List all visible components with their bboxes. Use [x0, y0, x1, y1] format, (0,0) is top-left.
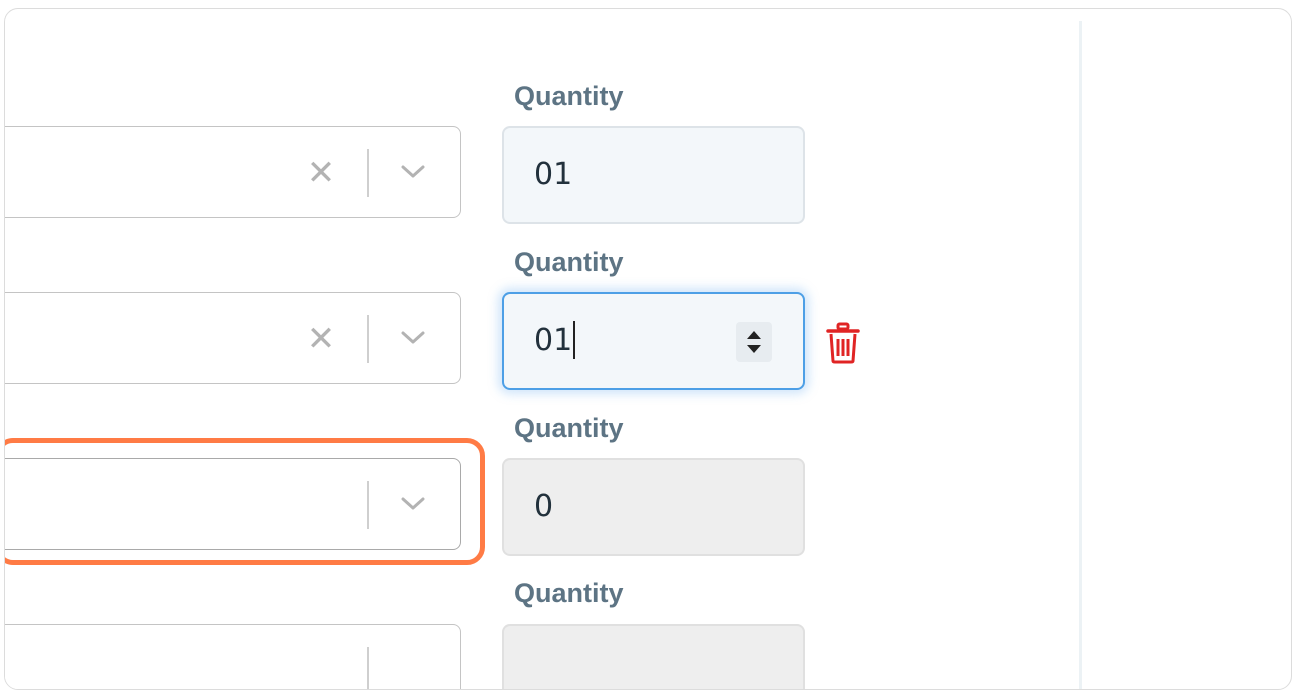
- quantity-value: 01: [534, 323, 573, 358]
- quantity-value: 01: [534, 157, 573, 192]
- select-separator: [367, 647, 369, 689]
- quantity-input[interactable]: 0: [502, 458, 805, 556]
- quantity-value: 0: [534, 489, 554, 524]
- quantity-label: Quantity: [514, 247, 624, 277]
- chevron-down-icon[interactable]: [398, 323, 428, 353]
- close-icon[interactable]: ✕: [303, 155, 339, 191]
- select-separator: [367, 149, 369, 197]
- form-card: Quantity ✕ 01 Quantity ✕ 01 Quantity 0 Q…: [4, 8, 1292, 690]
- quantity-input[interactable]: 01: [502, 126, 805, 224]
- quantity-label: Quantity: [514, 578, 624, 608]
- quantity-input[interactable]: [502, 624, 805, 689]
- item-select[interactable]: ✕: [5, 292, 461, 384]
- chevron-down-icon[interactable]: [398, 157, 428, 187]
- column-divider: [1079, 21, 1082, 689]
- quantity-input[interactable]: 01: [502, 292, 805, 390]
- chevron-down-icon[interactable]: [398, 489, 428, 519]
- number-spinner[interactable]: [736, 322, 772, 362]
- item-select[interactable]: ✕: [5, 126, 461, 218]
- item-select[interactable]: [5, 458, 461, 550]
- select-separator: [367, 315, 369, 363]
- trash-icon[interactable]: [825, 322, 861, 364]
- quantity-label: Quantity: [514, 81, 624, 111]
- item-select[interactable]: [5, 624, 461, 689]
- quantity-label: Quantity: [514, 413, 624, 443]
- select-separator: [367, 481, 369, 529]
- text-caret: [573, 320, 576, 359]
- close-icon[interactable]: ✕: [303, 321, 339, 357]
